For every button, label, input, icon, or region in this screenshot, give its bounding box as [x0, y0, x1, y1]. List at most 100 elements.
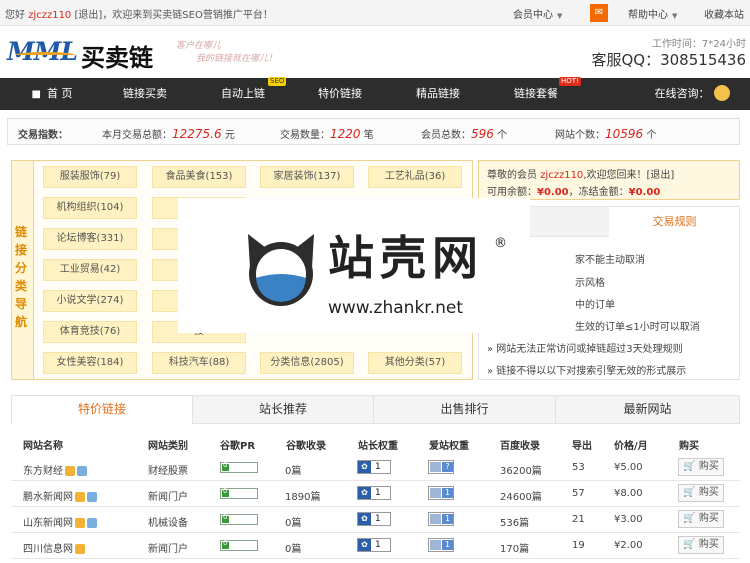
rule-item[interactable]: » 链接不得以以下对搜索引擎无效的形式展示 [487, 362, 686, 377]
category-item[interactable]: 家居装饰(137) [260, 166, 354, 188]
badge-yellow-icon [75, 544, 85, 554]
title-char: 接 [15, 243, 28, 257]
help-center-label: 帮助中心 [628, 10, 668, 21]
nav-special-links[interactable]: 特价链接 [305, 78, 375, 110]
seo-badge: SEO [268, 77, 287, 86]
notification-icon[interactable]: ✉ [590, 4, 608, 22]
stat-members: 会员总数：596 个 [421, 127, 508, 141]
top-bar: 您好 zjczz110 [退出]，欢迎来到买卖链SEO营销推广平台！ 会员中心 ▼… [0, 0, 750, 26]
username-link[interactable]: zjczz110 [28, 10, 71, 21]
site-name-link[interactable]: 四川信息网 [23, 544, 73, 555]
category-item[interactable]: 工业贸易(42) [43, 259, 137, 281]
buy-button[interactable]: 🛒 购买 [678, 484, 724, 502]
title-char: 链 [15, 225, 28, 239]
member-greeting: 尊敬的会员 zjczz110,欢迎您回来！[退出] [487, 170, 675, 181]
az-weight-badge: ? [428, 460, 454, 474]
az-weight-badge: 1 [428, 486, 454, 500]
export-count: 19 [572, 540, 585, 551]
tab-newest-sites[interactable]: 最新网站 [556, 396, 739, 423]
nav-home[interactable]: ■ 首 页 [22, 78, 82, 110]
tab-special-links[interactable]: 特价链接 [12, 396, 193, 424]
category-item[interactable]: 论坛博客(331) [43, 228, 137, 250]
slogan-line-1: 客户在哪儿 [176, 41, 222, 51]
category-item[interactable]: 科技汽车(88) [152, 352, 246, 374]
stat-sites: 网站个数：10596 个 [555, 127, 657, 141]
col-az-weight: 爱站权重 [429, 441, 469, 452]
rule-item[interactable]: 生效的订单≤1小时可以取消 [575, 318, 700, 333]
help-center-menu[interactable]: 帮助中心 ▼ [628, 6, 677, 21]
buy-label: 购买 [698, 487, 719, 498]
category-item[interactable]: 其他分类(57) [368, 352, 462, 374]
rule-item[interactable]: 示风格 [575, 274, 605, 289]
tab-sales-ranking[interactable]: 出售排行 [374, 396, 556, 423]
az-icon [430, 488, 441, 498]
consultant-avatar-icon [713, 85, 730, 101]
google-index: 0篇 [285, 466, 302, 477]
nav-link-trade[interactable]: 链接买卖 [110, 78, 180, 110]
site-logo[interactable]: MML 买卖链 [7, 37, 157, 72]
col-price: 价格/月 [614, 441, 648, 452]
paw-icon: ✿ [358, 461, 371, 473]
slogan: 客户在哪儿 我的链接就在哪儿！ [176, 40, 277, 66]
col-buy: 购买 [679, 441, 699, 452]
col-export: 导出 [572, 441, 592, 452]
site-name-link[interactable]: 东方财经 [23, 466, 63, 477]
paw-icon: ✿ [358, 539, 371, 551]
buy-label: 购买 [698, 539, 719, 550]
site-name-link[interactable]: 山东新闻网 [23, 518, 73, 529]
baidu-index: 24600篇 [500, 492, 542, 503]
badge-blue-icon [77, 466, 87, 476]
category-item[interactable]: 机构组织(104) [43, 197, 137, 219]
cat-logo-icon [248, 234, 314, 306]
rule-item[interactable]: 中的订单 [575, 296, 615, 311]
category-item[interactable]: 食品美食(153) [152, 166, 246, 188]
col-google-pr: 谷歌PR [220, 441, 256, 452]
pagerank-bar: 0 [220, 539, 258, 551]
site-name: 山东新闻网 [23, 514, 97, 529]
welcome-text: 您好 zjczz110 [退出]，欢迎来到买卖链SEO营销推广平台！ [5, 6, 273, 21]
member-info: 尊敬的会员 zjczz110,欢迎您回来！[退出] 可用余额：¥0.00，冻结金… [478, 160, 740, 200]
zz-weight-value: 1 [375, 462, 381, 472]
export-count: 57 [572, 488, 585, 499]
stats-label: 交易指数： [18, 130, 68, 141]
az-icon [430, 462, 441, 472]
favorite-link[interactable]: 收藏本站 [704, 6, 744, 21]
category-item[interactable]: 分类信息(2805) [260, 352, 354, 374]
member-username-link[interactable]: zjczz110 [540, 170, 583, 181]
listing-tabs: 特价链接 站长推荐 出售排行 最新网站 [11, 395, 740, 424]
buy-button[interactable]: 🛒 购买 [678, 536, 724, 554]
logout-link[interactable]: [退出] [75, 10, 103, 21]
buy-label: 购买 [698, 461, 719, 472]
header: MML 买卖链 客户在哪儿 我的链接就在哪儿！ 工作时间：7*24小时 客服QQ… [0, 27, 750, 78]
chevron-down-icon: ▼ [672, 12, 678, 20]
category-item[interactable]: 工艺礼品(36) [368, 166, 462, 188]
nav-link-package[interactable]: 链接套餐 HOT! [501, 77, 581, 110]
az-weight-value: 1 [442, 488, 453, 498]
category-item[interactable]: 服装服饰(79) [43, 166, 137, 188]
pagerank-bar: 0 [220, 487, 258, 499]
tab-trade-rules[interactable]: 交易规则 [609, 207, 740, 237]
cart-icon: 🛒 [683, 487, 696, 498]
baidu-index: 536篇 [500, 518, 530, 529]
category-item[interactable]: 体育竞技(76) [43, 321, 137, 343]
nav-premium-links[interactable]: 精品链接 [403, 78, 473, 110]
tab-recommended[interactable]: 站长推荐 [193, 396, 374, 423]
buy-button[interactable]: 🛒 购买 [678, 458, 724, 476]
nav-auto-link[interactable]: 自动上链 SEO [208, 77, 287, 110]
site-name-link[interactable]: 鹏水新闻网 [23, 492, 73, 503]
buy-button[interactable]: 🛒 购买 [678, 510, 724, 528]
category-item[interactable]: 女性美容(184) [43, 352, 137, 374]
work-time: 工作时间：7*24小时 [651, 39, 746, 50]
col-site-name: 网站名称 [23, 441, 63, 452]
category-item[interactable]: 小说文学(274) [43, 290, 137, 312]
member-center-menu[interactable]: 会员中心 ▼ [513, 6, 562, 21]
watermark-overlay: 站壳网 ® www.zhankr.net [178, 198, 530, 333]
nav-online-consult[interactable]: 在线咨询： [650, 78, 734, 110]
az-weight-value: 1 [442, 540, 453, 550]
rule-item[interactable]: » 网站无法正常访问或掉链超过3天处理规则 [487, 340, 683, 355]
az-weight-value: 1 [442, 514, 453, 524]
rule-item[interactable]: 家不能主动取消 [575, 251, 645, 266]
zz-weight-badge: ✿ 1 [357, 538, 391, 552]
az-icon [430, 514, 441, 524]
logo-swoosh [15, 52, 75, 58]
